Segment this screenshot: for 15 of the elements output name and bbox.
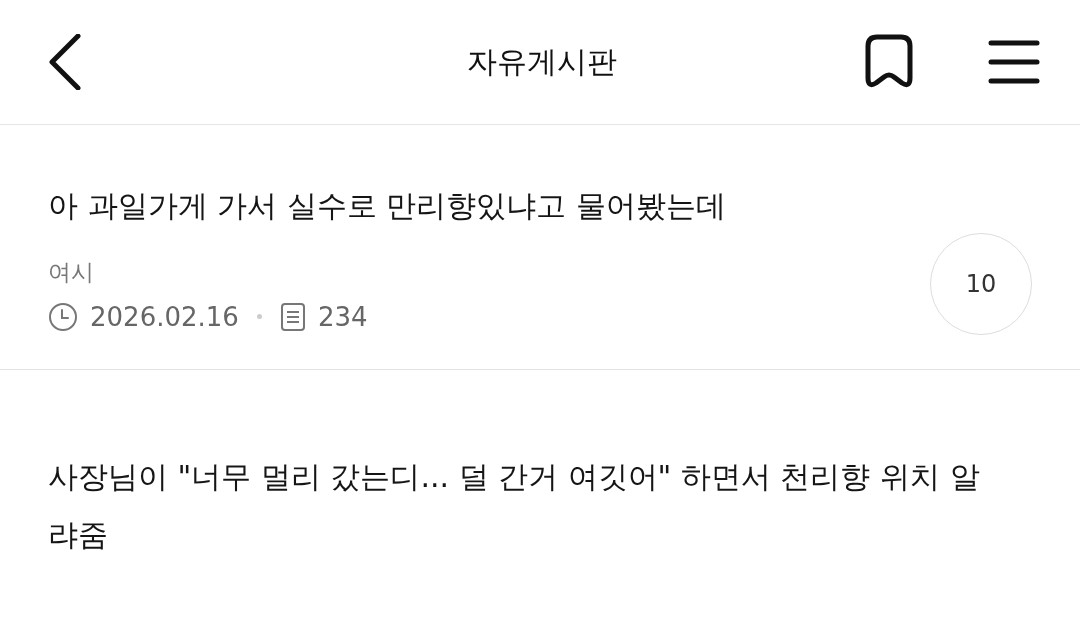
document-icon: [279, 301, 306, 332]
board-title: 자유게시판: [467, 42, 617, 81]
view-count: 234: [317, 301, 368, 332]
separator-dot: [256, 314, 262, 319]
post-title: 아 과일가게 가서 실수로 만리향있냐고 물어봤는데: [48, 186, 727, 225]
post-item[interactable]: 아 과일가게 가서 실수로 만리향있냐고 물어봤는데 여시 2026.02.16 234 10: [0, 125, 1080, 370]
post-title: 사장님이 "너무 멀리 갔는디... 덜 간거 여깃어" 하면서 천리향 위치 알랴줌: [48, 458, 981, 554]
menu-button[interactable]: [988, 40, 1040, 84]
clock-icon: [48, 301, 78, 332]
bookmark-icon: [864, 34, 914, 90]
post-date: 2026.02.16: [90, 301, 239, 332]
bookmark-button[interactable]: [864, 34, 914, 90]
post-item[interactable]: 사장님이 "너무 멀리 갔는디... 덜 간거 여깃어" 하면서 천리향 위치 알랴줌: [0, 370, 1080, 564]
menu-icon: [988, 40, 1040, 84]
post-author: 여시: [48, 257, 95, 287]
